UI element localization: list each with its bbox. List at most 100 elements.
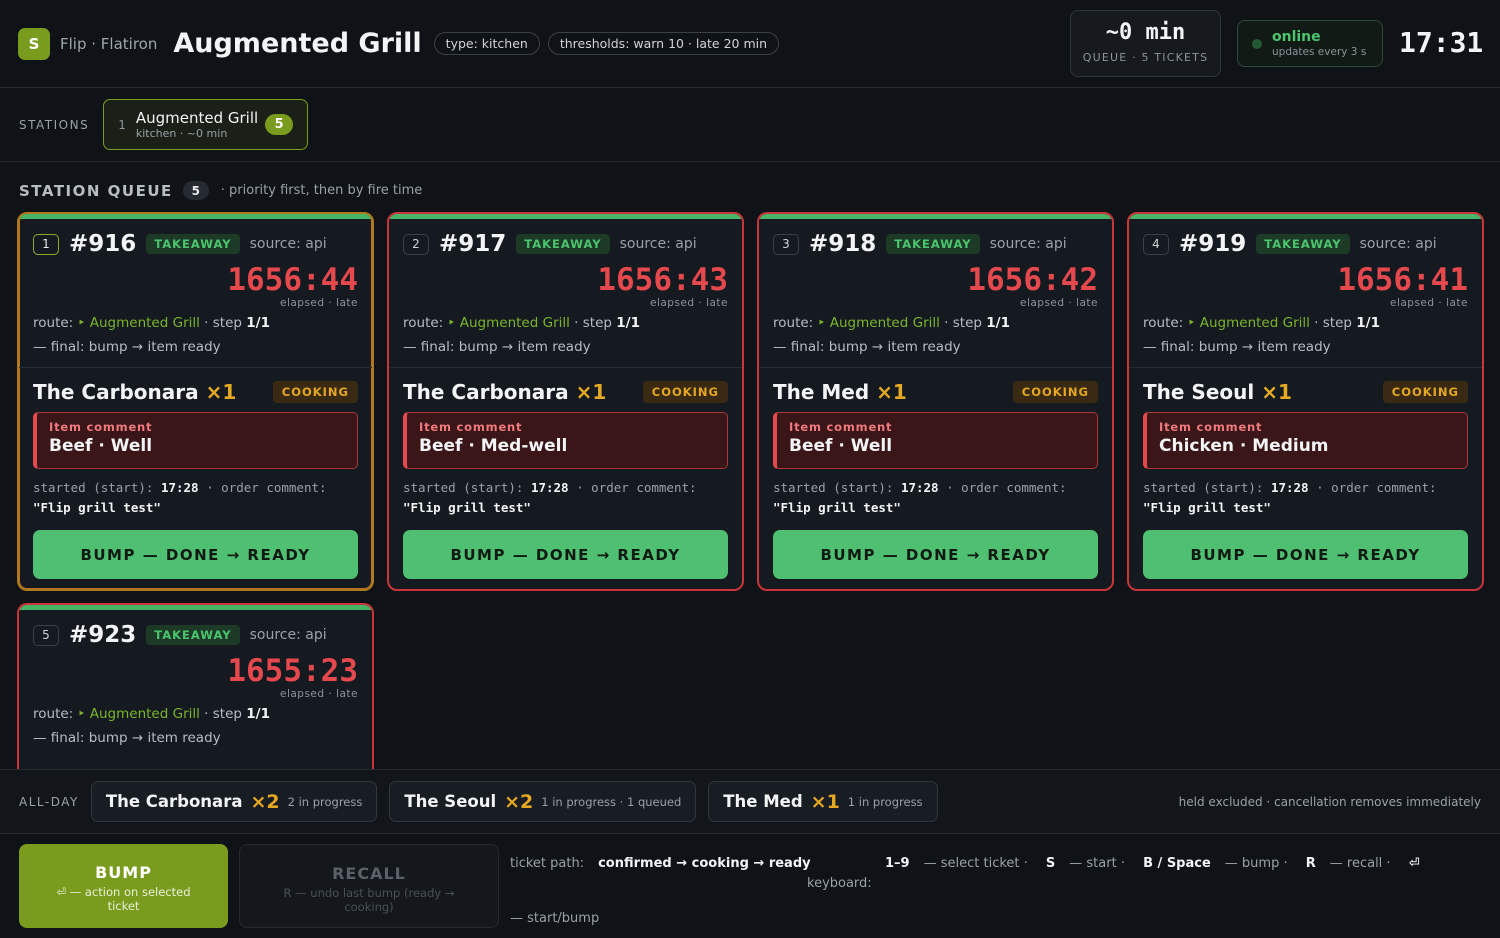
item-status-badge: COOKING [1012, 381, 1098, 403]
route-station-link[interactable]: ‣ Augmented Grill [1188, 315, 1310, 331]
elapsed-label: elapsed · late [649, 297, 728, 309]
ticket-path-tail: — start/bump [510, 911, 600, 926]
ticket-source: source: api [249, 627, 327, 643]
item-status-badge: COOKING [1382, 381, 1468, 403]
queue-note: · priority first, then by fire time [220, 183, 423, 198]
ticket-card[interactable]: 4 #919 TAKEAWAY source: api 1656:41 elap… [1127, 212, 1484, 591]
elapsed-timer: 1656:42 [967, 262, 1098, 298]
ticket-number: #923 [69, 622, 137, 648]
ticket-index: 5 [33, 624, 59, 646]
all-day-label: ALL-DAY [19, 794, 79, 809]
queue-label: QUEUE · 5 TICKETS [1082, 51, 1209, 64]
ticket-started: started (start): 17:28 · order comment: … [33, 480, 327, 515]
item-name: The Carbonara ×1 [33, 380, 237, 404]
stations-bar: STATIONS 1 Augmented Grill kitchen · ~0 … [0, 88, 1500, 162]
bump-button[interactable]: BUMP — DONE → READY [1143, 530, 1468, 579]
keyboard-label: keyboard: [807, 876, 872, 891]
page-title: Augmented Grill [173, 28, 422, 59]
status-text: online [1272, 29, 1321, 45]
ticket-number: #919 [1179, 231, 1247, 257]
elapsed-timer: 1656:41 [1337, 262, 1468, 298]
route-station-link[interactable]: ‣ Augmented Grill [818, 315, 940, 331]
queue-title: STATION QUEUE [19, 181, 173, 200]
all-day-bar: ALL-DAY The Carbonara ×2 2 in progress T… [0, 769, 1500, 834]
ticket-route: route: ‣ Augmented Grill · step 1/1 [1143, 315, 1380, 331]
type-chip: type: kitchen [433, 32, 540, 55]
clock: 17:31 [1399, 26, 1484, 59]
ticket-card[interactable]: 3 #918 TAKEAWAY source: api 1656:42 elap… [757, 212, 1114, 591]
station-item-augmented-grill[interactable]: 1 Augmented Grill kitchen · ~0 min 5 [103, 99, 309, 150]
station-name: Augmented Grill [135, 109, 259, 127]
bump-button[interactable]: BUMP — DONE → READY [33, 530, 358, 579]
all-day-note: held excluded · cancellation removes imm… [1178, 795, 1481, 809]
ticket-path: ticket path: confirmed → cooking → ready [510, 856, 811, 871]
queue-time: ~0 min [1105, 20, 1186, 45]
thresholds-chip: thresholds: warn 10 · late 20 min [547, 32, 780, 55]
connection-status: online updates every 3 s [1237, 20, 1383, 67]
bump-button[interactable]: BUMP — DONE → READY [403, 530, 728, 579]
ticket-route: route: ‣ Augmented Grill · step 1/1 [33, 315, 270, 331]
ticket-source: source: api [249, 236, 327, 252]
status-subtext: updates every 3 s [1272, 46, 1367, 58]
header: S Flip · Flatiron Augmented Grill type: … [0, 0, 1500, 88]
elapsed-timer: 1656:44 [227, 262, 358, 298]
item-name: The Seoul ×1 [1143, 380, 1292, 404]
ticket-final-step: — final: bump → item ready [33, 730, 221, 746]
ticket-route: route: ‣ Augmented Grill · step 1/1 [33, 706, 270, 722]
recall-button[interactable]: RECALL R — undo last bump (ready → cooki… [239, 844, 499, 928]
item-comment: Item comment Beef · Well [773, 412, 1098, 469]
elapsed-label: elapsed · late [279, 297, 358, 309]
item-status-badge: COOKING [272, 381, 358, 403]
ticket-index: 1 [33, 233, 59, 255]
route-station-link[interactable]: ‣ Augmented Grill [78, 706, 200, 722]
ticket-number: #917 [439, 231, 507, 257]
ticket-number: #918 [809, 231, 877, 257]
ticket-card[interactable]: 5 #923 TAKEAWAY source: api 1655:23 elap… [17, 603, 374, 778]
ticket-number: #916 [69, 231, 137, 257]
ticket-source: source: api [619, 236, 697, 252]
order-type-badge: TAKEAWAY [146, 234, 240, 254]
route-station-link[interactable]: ‣ Augmented Grill [448, 315, 570, 331]
bump-selected-button[interactable]: BUMP ⏎ — action on selected ticket [19, 844, 228, 928]
order-type-badge: TAKEAWAY [516, 234, 610, 254]
queue-count: 5 [182, 181, 209, 200]
action-bar: BUMP ⏎ — action on selected ticket RECAL… [0, 834, 1500, 938]
order-type-badge: TAKEAWAY [1256, 234, 1350, 254]
item-comment: Item comment Chicken · Medium [1143, 412, 1468, 469]
brand-name: Flip · Flatiron [60, 34, 158, 53]
item-name: The Med ×1 [773, 380, 907, 404]
stations-label: STATIONS [19, 117, 90, 132]
ticket-route: route: ‣ Augmented Grill · step 1/1 [773, 315, 1010, 331]
elapsed-timer: 1655:23 [227, 653, 358, 689]
ticket-final-step: — final: bump → item ready [19, 331, 372, 368]
ticket-index: 2 [403, 233, 429, 255]
station-sub: kitchen · ~0 min [135, 127, 228, 140]
ticket-card[interactable]: 2 #917 TAKEAWAY source: api 1656:43 elap… [387, 212, 744, 591]
route-station-link[interactable]: ‣ Augmented Grill [78, 315, 200, 331]
keyboard-shortcuts: 1–9— select ticket · S — start · B / Spac… [885, 856, 1420, 871]
ticket-final-step: — final: bump → item ready [759, 331, 1112, 368]
ticket-index: 3 [773, 233, 799, 255]
station-index: 1 [118, 117, 126, 132]
ticket-started: started (start): 17:28 · order comment: … [403, 480, 697, 515]
station-count-badge: 5 [265, 114, 294, 135]
order-type-badge: TAKEAWAY [886, 234, 980, 254]
all-day-item: The Carbonara ×2 2 in progress [90, 781, 378, 822]
bump-button[interactable]: BUMP — DONE → READY [773, 530, 1098, 579]
ticket-started: started (start): 17:28 · order comment: … [773, 480, 1067, 515]
elapsed-timer: 1656:43 [597, 262, 728, 298]
ticket-source: source: api [989, 236, 1067, 252]
status-dot-icon [1252, 38, 1262, 49]
item-name: The Carbonara ×1 [403, 380, 607, 404]
enter-key-icon: ⏎ [1408, 856, 1420, 871]
queue-summary: ~0 min QUEUE · 5 TICKETS [1070, 10, 1221, 77]
app-logo: S [18, 27, 50, 60]
all-day-item: The Seoul ×2 1 in progress · 1 queued [389, 781, 697, 822]
all-day-item: The Med ×1 1 in progress [708, 781, 938, 822]
ticket-card[interactable]: 1 #916 TAKEAWAY source: api 1656:44 elap… [17, 212, 374, 591]
ticket-final-step: — final: bump → item ready [1129, 331, 1482, 368]
elapsed-label: elapsed · late [1019, 297, 1098, 309]
elapsed-label: elapsed · late [1389, 297, 1468, 309]
ticket-source: source: api [1359, 236, 1437, 252]
order-type-badge: TAKEAWAY [146, 625, 240, 645]
